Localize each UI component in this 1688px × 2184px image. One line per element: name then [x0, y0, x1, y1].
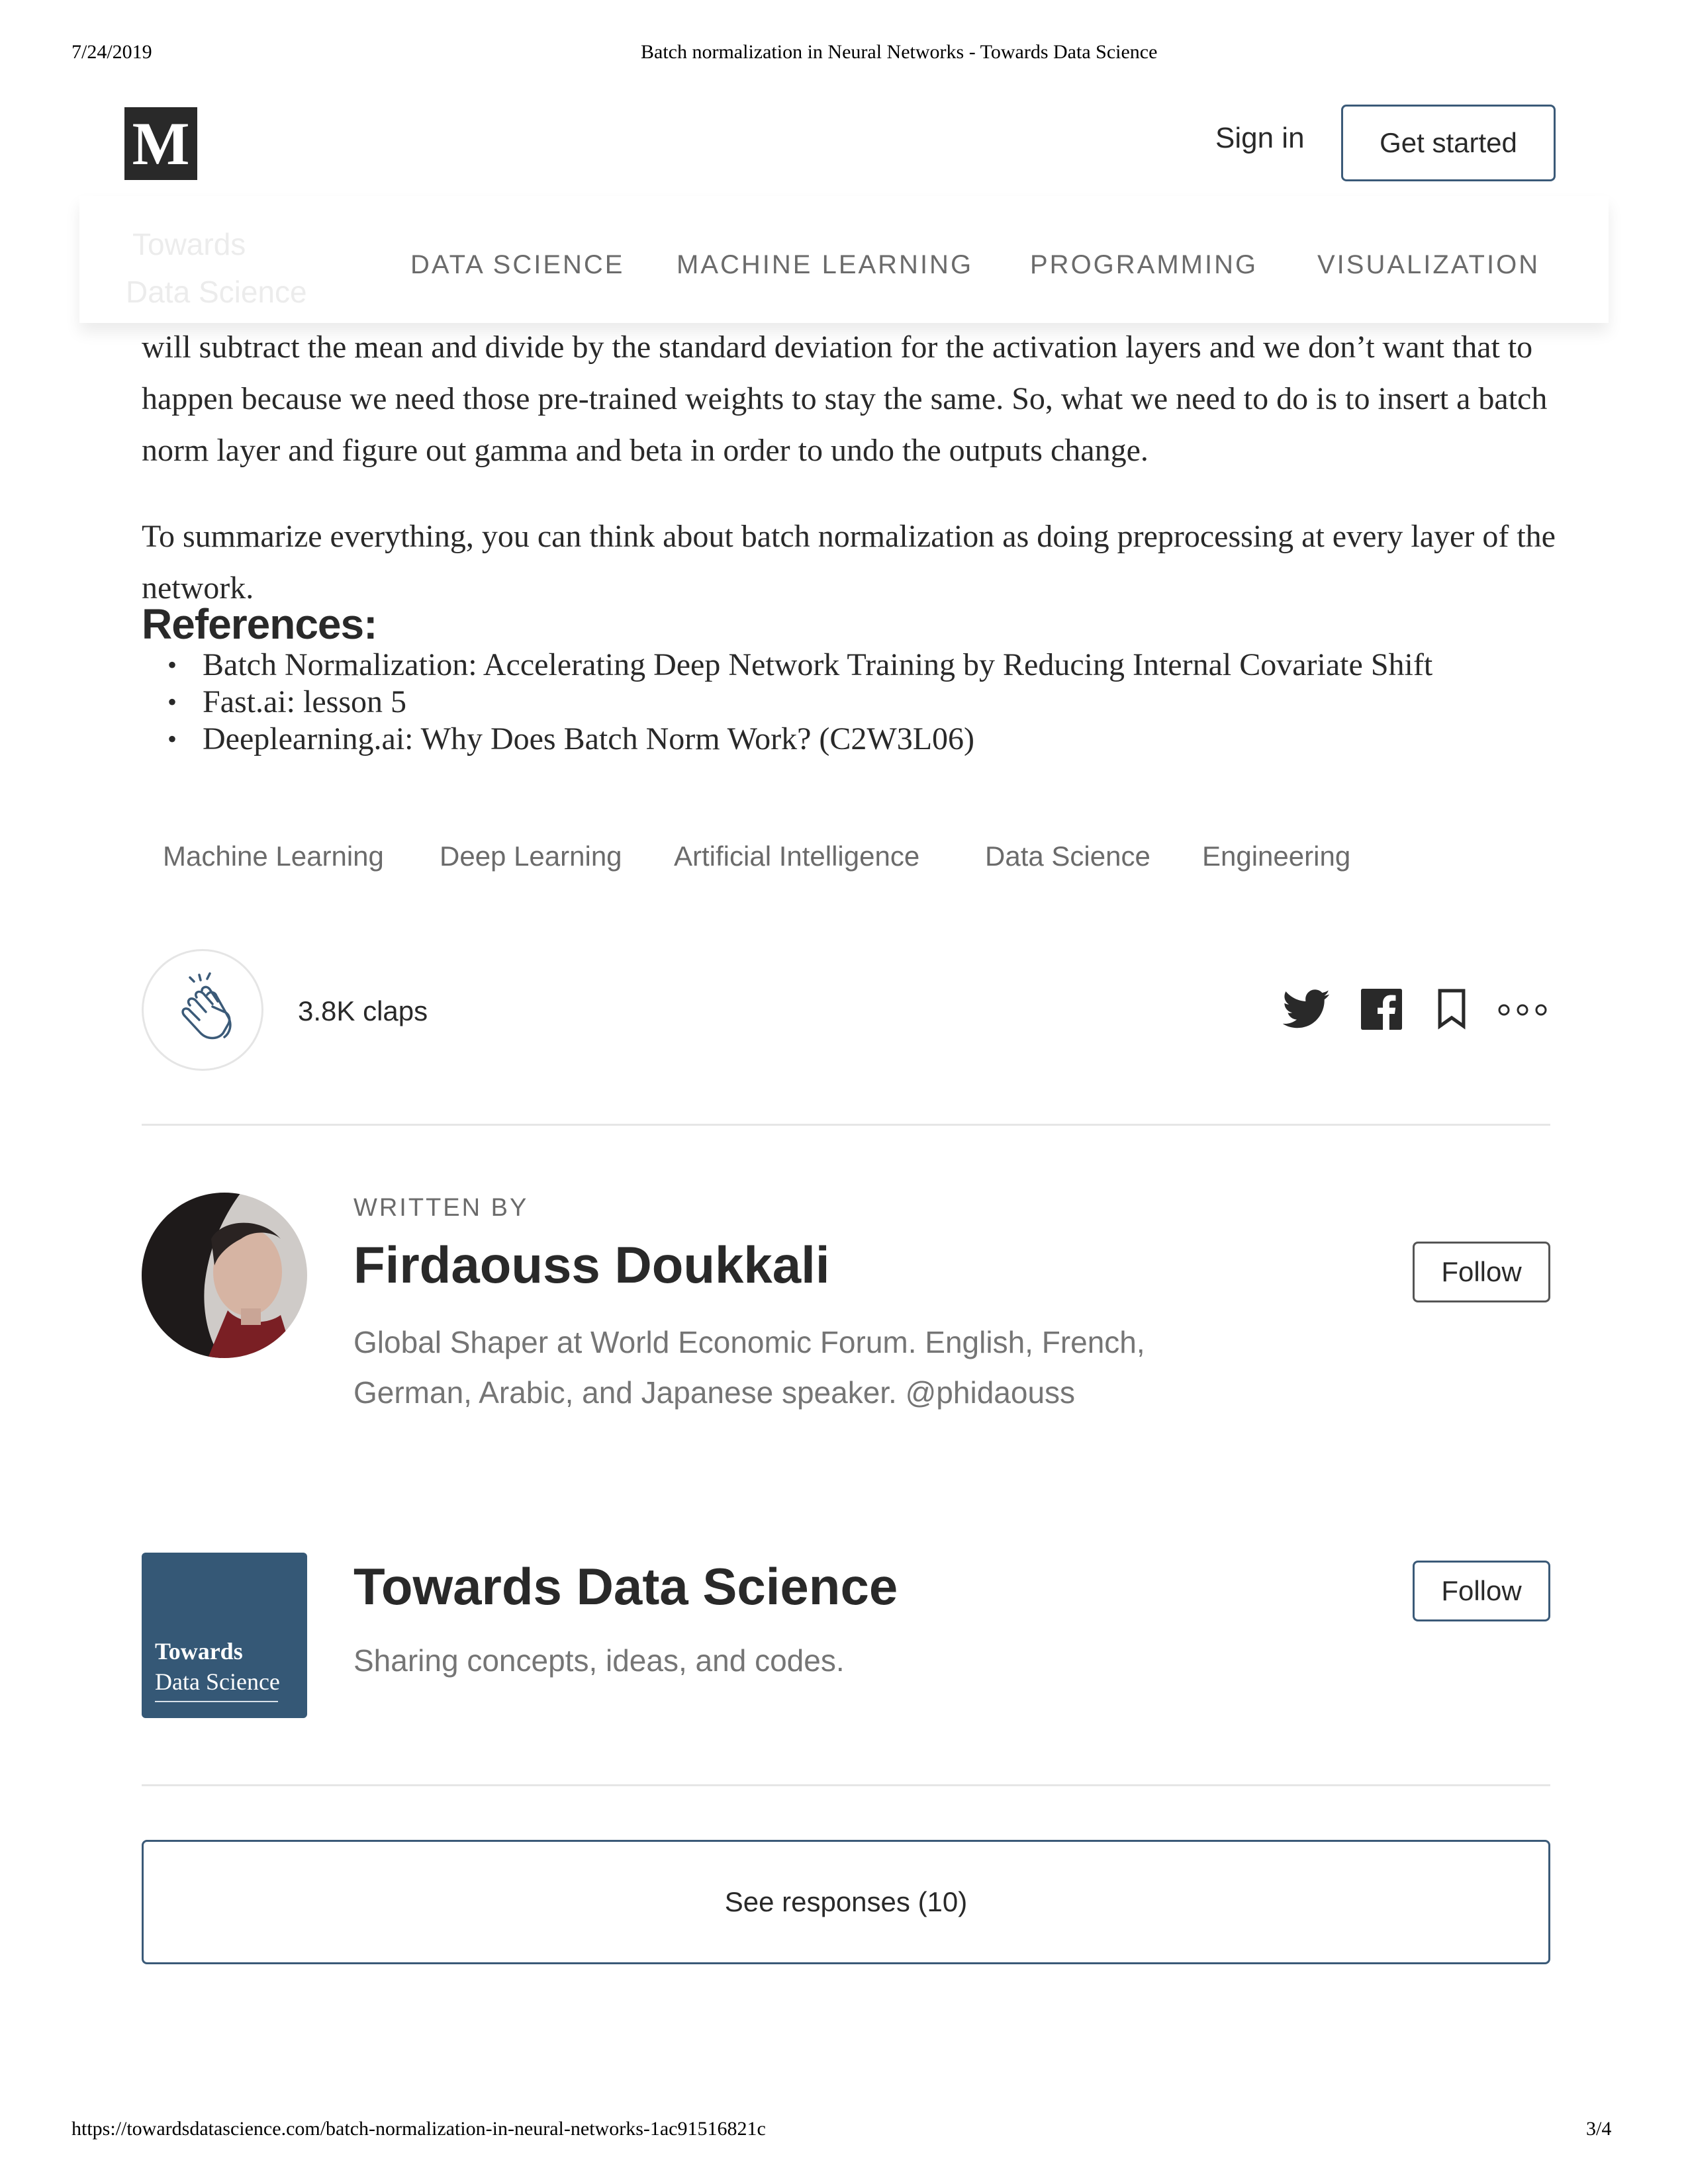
reference-link[interactable]: Deeplearning.ai: Why Does Batch Norm Wor…	[203, 721, 974, 757]
references-heading: References:	[142, 600, 377, 648]
clap-button[interactable]	[142, 949, 263, 1071]
twitter-icon[interactable]	[1283, 989, 1331, 1030]
reference-link[interactable]: Batch Normalization: Accelerating Deep N…	[203, 647, 1432, 683]
tag-engineering[interactable]: Engineering	[1202, 841, 1350, 872]
bullet: •	[167, 723, 177, 754]
publication-logo-ghost-line1: Towards	[132, 227, 246, 261]
bullet: •	[167, 649, 177, 680]
sign-in-link[interactable]: Sign in	[1215, 122, 1305, 155]
publication-logo-line1: Towards	[155, 1638, 243, 1664]
publication-name[interactable]: Towards Data Science	[353, 1557, 898, 1617]
see-responses-button[interactable]: See responses (10)	[142, 1840, 1550, 1964]
article-paragraph-summary: To summarize everything, you can think a…	[142, 519, 1556, 606]
bookmark-icon[interactable]	[1436, 989, 1467, 1030]
divider	[142, 1124, 1550, 1126]
written-by-label: WRITTEN BY	[353, 1194, 529, 1222]
publication-logo[interactable]: Towards Data Science	[142, 1553, 307, 1718]
follow-publication-button[interactable]: Follow	[1413, 1561, 1550, 1621]
nav-item-visualization[interactable]: VISUALIZATION	[1317, 250, 1540, 280]
tag-data-science[interactable]: Data Science	[985, 841, 1150, 872]
reference-item[interactable]: • Batch Normalization: Accelerating Deep…	[142, 646, 1432, 683]
clap-icon	[181, 972, 232, 1040]
tag-machine-learning[interactable]: Machine Learning	[163, 841, 384, 872]
reference-link[interactable]: Fast.ai: lesson 5	[203, 684, 406, 720]
bullet: •	[167, 686, 177, 717]
nav-item-machine-learning[interactable]: MACHINE LEARNING	[677, 250, 973, 280]
author-name[interactable]: Firdaouss Doukkali	[353, 1235, 830, 1295]
reference-item[interactable]: • Fast.ai: lesson 5	[142, 683, 1432, 720]
nav-item-programming[interactable]: PROGRAMMING	[1030, 250, 1258, 280]
follow-author-button[interactable]: Follow	[1413, 1242, 1550, 1302]
more-icon[interactable]	[1497, 1002, 1548, 1018]
references-list: • Batch Normalization: Accelerating Deep…	[142, 646, 1432, 757]
publication-logo-ghost-line2: Data Science	[126, 275, 307, 309]
author-bio: Global Shaper at World Economic Forum. E…	[353, 1325, 1145, 1410]
publication-logo-rule	[155, 1701, 278, 1702]
divider	[142, 1784, 1550, 1786]
facebook-icon[interactable]	[1361, 989, 1402, 1030]
clap-count: 3.8K claps	[298, 995, 428, 1026]
tag-deep-learning[interactable]: Deep Learning	[440, 841, 622, 872]
author-avatar[interactable]	[142, 1193, 307, 1358]
medium-logo[interactable]: M	[124, 107, 197, 180]
publication-logo-line2: Data Science	[155, 1668, 280, 1695]
print-page-number: 3/4	[1586, 2118, 1612, 2140]
nav-item-data-science[interactable]: DATA SCIENCE	[410, 250, 624, 280]
publication-description: Sharing concepts, ideas, and codes.	[353, 1643, 845, 1678]
print-url: https://towardsdatascience.com/batch-nor…	[71, 2118, 766, 2140]
article-paragraph: will subtract the mean and divide by the…	[142, 330, 1548, 468]
reference-item[interactable]: • Deeplearning.ai: Why Does Batch Norm W…	[142, 720, 1432, 757]
print-date: 7/24/2019	[71, 41, 152, 63]
tag-artificial-intelligence[interactable]: Artificial Intelligence	[674, 841, 919, 872]
print-title: Batch normalization in Neural Networks -…	[641, 41, 1158, 63]
get-started-button[interactable]: Get started	[1341, 105, 1556, 181]
